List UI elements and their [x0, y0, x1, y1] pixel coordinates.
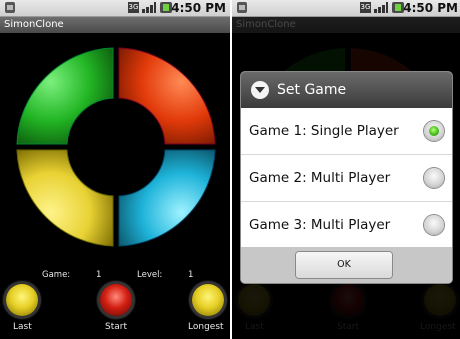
radio-unselected[interactable] — [424, 168, 444, 188]
start-label: Start — [105, 322, 127, 332]
start-button[interactable] — [100, 284, 132, 316]
phone-screen-main: 3G 4:50 PM SimonClone Game: 1 Level: 1 L… — [0, 0, 230, 339]
game-label: Game: — [42, 270, 71, 280]
notification-icon — [237, 2, 247, 13]
game-option-3[interactable]: Game 3: Multi Player — [241, 202, 452, 248]
app-title: SimonClone — [0, 17, 230, 33]
dialog-footer: OK — [241, 247, 452, 283]
status-bar: 3G 4:50 PM — [232, 0, 460, 17]
game-option-2[interactable]: Game 2: Multi Player — [241, 155, 452, 202]
game-option-label: Game 2: Multi Player — [249, 170, 391, 186]
radio-unselected[interactable] — [424, 215, 444, 235]
status-bar: 3G 4:50 PM — [0, 0, 230, 17]
ok-button[interactable]: OK — [296, 252, 392, 278]
notification-icon — [5, 2, 15, 13]
level-value: 1 — [188, 270, 194, 280]
status-time: 4:50 PM — [403, 1, 458, 15]
set-game-dialog: Set Game Game 1: Single Player Game 2: M… — [241, 72, 452, 283]
level-label: Level: — [137, 270, 163, 280]
last-button[interactable] — [6, 284, 38, 316]
dialog-header: Set Game — [241, 72, 452, 108]
game-option-1[interactable]: Game 1: Single Player — [241, 108, 452, 155]
green-pad[interactable] — [16, 47, 114, 145]
network-3g-icon: 3G — [128, 2, 139, 13]
radio-selected[interactable] — [424, 121, 444, 141]
game-option-label: Game 1: Single Player — [249, 123, 399, 139]
battery-icon — [392, 2, 404, 13]
last-label: Last — [13, 322, 32, 332]
network-3g-icon: 3G — [360, 2, 371, 13]
signal-icon — [374, 2, 388, 13]
yellow-pad[interactable] — [16, 149, 114, 247]
longest-button[interactable] — [192, 284, 224, 316]
red-pad[interactable] — [118, 47, 216, 145]
dialog-title: Set Game — [277, 82, 347, 98]
dropdown-circle-icon — [251, 81, 269, 99]
simon-board — [5, 36, 227, 258]
battery-icon — [160, 2, 172, 13]
game-option-label: Game 3: Multi Player — [249, 217, 391, 233]
signal-icon — [142, 2, 156, 13]
longest-label: Longest — [188, 322, 224, 332]
phone-screen-dialog: 3G 4:50 PM SimonClone Last Start Longest… — [232, 0, 460, 339]
blue-pad[interactable] — [118, 149, 216, 247]
status-time: 4:50 PM — [171, 1, 226, 15]
simon-board-svg — [16, 47, 216, 247]
game-value: 1 — [96, 270, 102, 280]
